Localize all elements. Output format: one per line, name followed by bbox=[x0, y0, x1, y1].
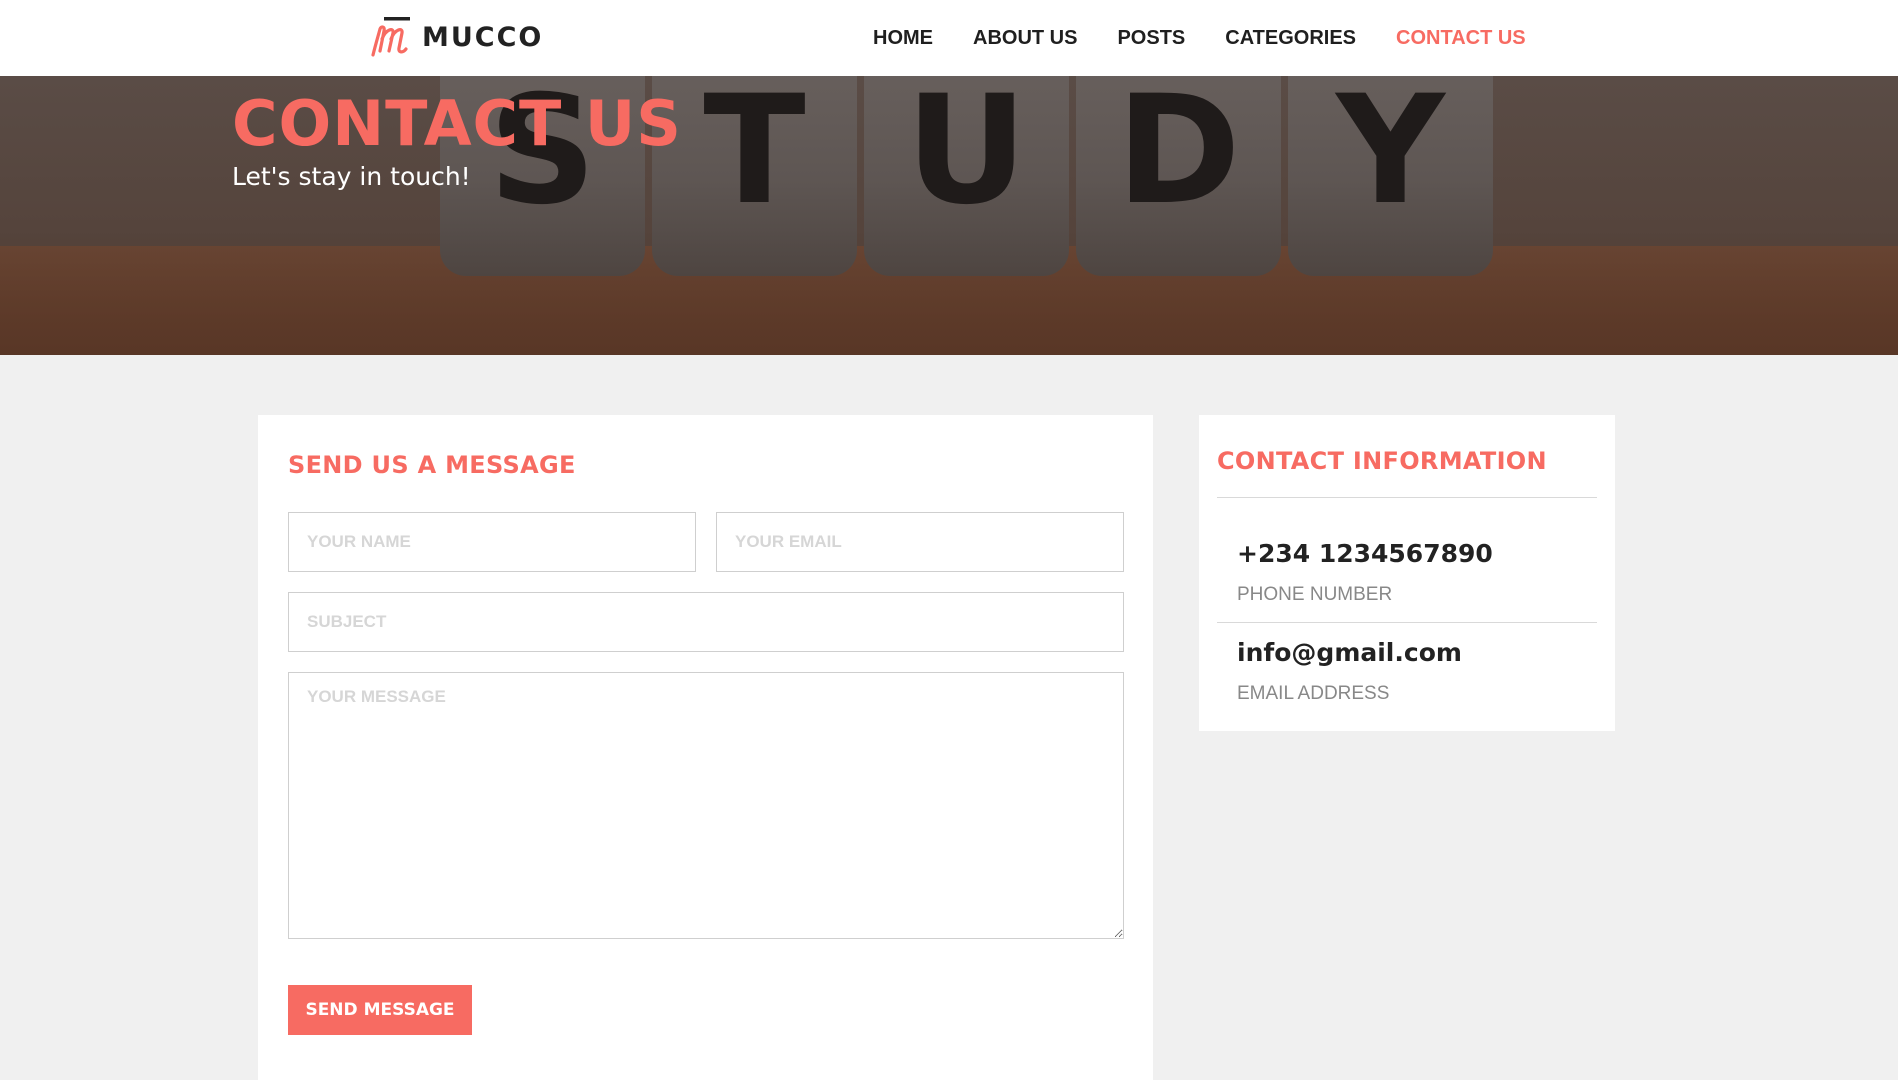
phone-number-value: +234 1234567890 bbox=[1237, 539, 1493, 568]
nav-item-home[interactable]: HOME bbox=[873, 27, 933, 50]
nav-item-contact-us[interactable]: CONTACT US bbox=[1396, 27, 1526, 50]
name-input[interactable] bbox=[288, 512, 696, 572]
nav-item-about-us[interactable]: ABOUT US bbox=[973, 27, 1077, 50]
divider bbox=[1217, 622, 1597, 623]
message-form-title: SEND US A MESSAGE bbox=[288, 451, 576, 479]
email-address-label: EMAIL ADDRESS bbox=[1237, 683, 1390, 704]
contact-info-title: CONTACT INFORMATION bbox=[1217, 447, 1547, 475]
main-nav: HOME ABOUT US POSTS CATEGORIES CONTACT U… bbox=[873, 0, 1526, 76]
email-input[interactable] bbox=[716, 512, 1124, 572]
page-title: CONTACT US bbox=[232, 87, 682, 160]
brand-name: MUCCO bbox=[422, 21, 544, 53]
hero-letter-block: U bbox=[864, 76, 1069, 276]
phone-number-label: PHONE NUMBER bbox=[1237, 584, 1393, 605]
hero-letter-block: Y bbox=[1288, 76, 1493, 276]
mucco-logo-icon bbox=[371, 17, 410, 57]
page-subtitle: Let's stay in touch! bbox=[232, 162, 471, 191]
hero-letter-block: T bbox=[652, 76, 857, 276]
contact-info-card: CONTACT INFORMATION +234 1234567890 PHON… bbox=[1199, 415, 1615, 731]
subject-input[interactable] bbox=[288, 592, 1124, 652]
top-navbar: MUCCO HOME ABOUT US POSTS CATEGORIES CON… bbox=[0, 0, 1898, 76]
email-address-value: info@gmail.com bbox=[1237, 638, 1462, 667]
send-message-button[interactable]: SEND MESSAGE bbox=[288, 985, 472, 1035]
brand-logo[interactable]: MUCCO bbox=[370, 17, 543, 57]
divider bbox=[1217, 497, 1597, 498]
hero-letter-block: D bbox=[1076, 76, 1281, 276]
nav-item-categories[interactable]: CATEGORIES bbox=[1225, 27, 1356, 50]
message-textarea[interactable] bbox=[288, 672, 1124, 939]
nav-item-posts[interactable]: POSTS bbox=[1117, 27, 1185, 50]
message-form-card: SEND US A MESSAGE SEND MESSAGE bbox=[258, 415, 1153, 1080]
hero-banner: S T U D Y CONTACT US Let's stay in touch… bbox=[0, 76, 1898, 355]
